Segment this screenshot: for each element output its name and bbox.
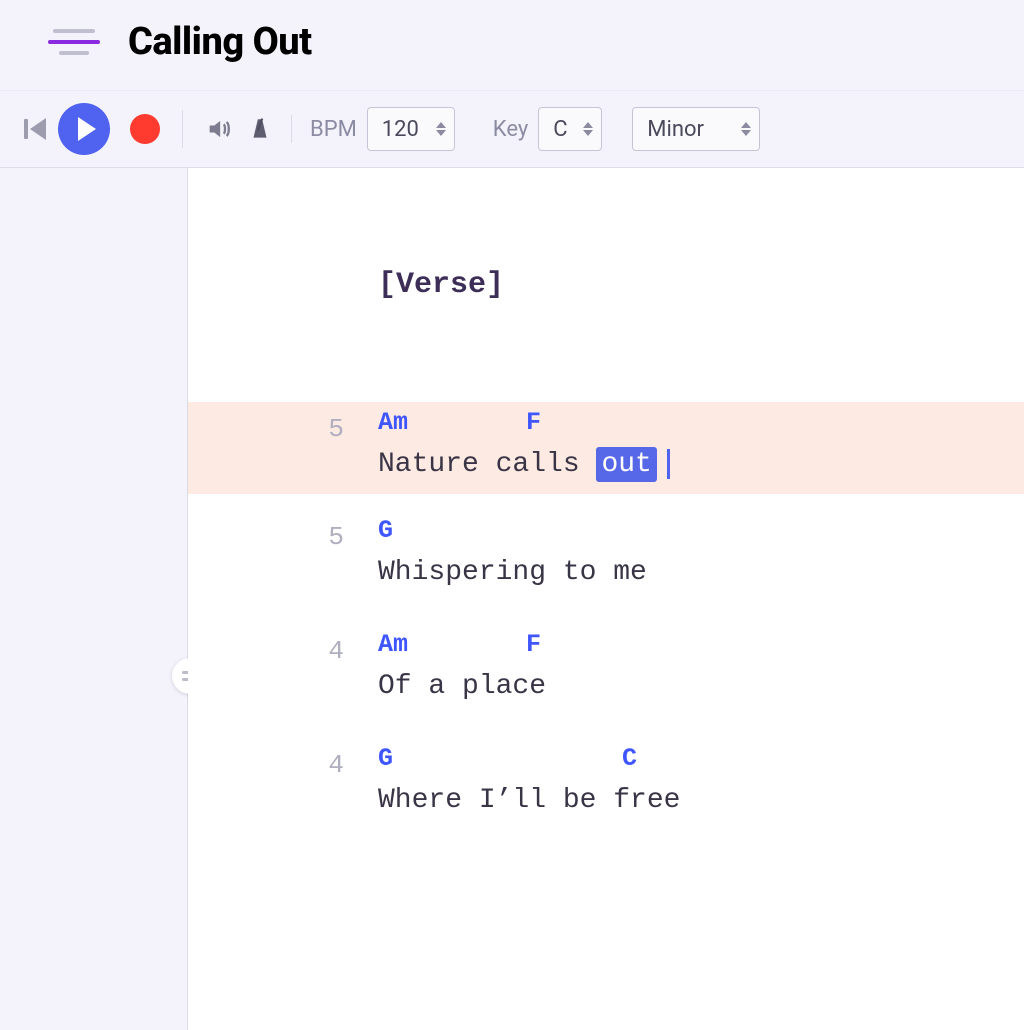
text-cursor [667,449,670,479]
lyric-text[interactable]: Where I’ll be free [378,780,1024,822]
toolbar: BPM 120 Key C Minor [0,91,1024,168]
bar-number: 4 [188,744,378,822]
chord-label[interactable]: Am [378,630,408,659]
chord-label[interactable]: C [622,744,637,773]
bar-number: 4 [188,630,378,708]
key-stepper[interactable]: C [538,107,602,151]
metronome-icon[interactable] [247,116,273,142]
key-control: Key C [493,107,602,151]
lyrics-editor[interactable]: [Verse] 5 Am F Nature calls out 5 G [188,168,1024,1030]
song-title: Calling Out [128,20,312,64]
bpm-control: BPM 120 [310,107,455,151]
bpm-stepper[interactable]: 120 [367,107,455,151]
bpm-label: BPM [310,117,357,142]
bar-number: 5 [188,408,378,486]
section-label: [Verse] [378,268,504,302]
bar-number: 5 [188,516,378,594]
lyric-line[interactable]: 5 Am F Nature calls out [188,402,1024,494]
lyric-line[interactable]: 5 G Whispering to me [188,516,1024,594]
menu-icon[interactable] [48,29,100,55]
main: [Verse] 5 Am F Nature calls out 5 G [0,168,1024,1030]
lyric-line[interactable]: 4 G C Where I’ll be free [188,744,1024,822]
record-button[interactable] [130,114,160,144]
chord-label[interactable]: Am [378,408,408,437]
mode-value: Minor [647,117,704,142]
lyric-text[interactable]: Of a place [378,666,1024,708]
bpm-value: 120 [382,117,419,142]
lyric-text[interactable]: Nature calls out [378,444,1024,486]
play-button[interactable] [58,103,110,155]
chord-label[interactable]: G [378,744,393,773]
chord-label[interactable]: F [526,630,541,659]
left-gutter [0,168,188,1030]
selected-word[interactable]: out [596,447,656,482]
lyric-text[interactable]: Whispering to me [378,552,1024,594]
chord-label[interactable]: F [526,408,541,437]
chord-label[interactable]: G [378,516,393,545]
volume-icon[interactable] [205,115,233,143]
key-label: Key [493,117,528,142]
header: Calling Out [0,0,1024,91]
mode-stepper[interactable]: Minor [632,107,760,151]
skip-previous-button[interactable] [24,116,50,142]
lyric-line[interactable]: 4 Am F Of a place [188,630,1024,708]
key-value: C [553,117,567,142]
